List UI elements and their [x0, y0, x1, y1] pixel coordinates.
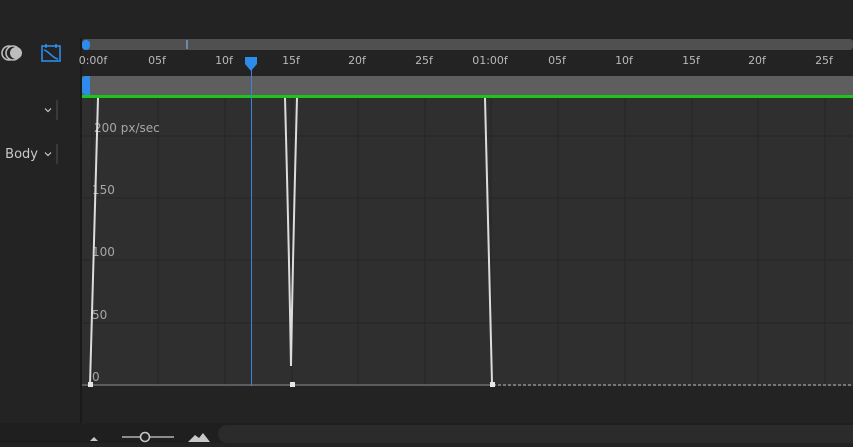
graph-type-dropdown[interactable] — [0, 100, 58, 120]
y-axis-label: 100 — [92, 245, 115, 259]
grid-vertical-lines — [91, 98, 826, 386]
ruler-tick-label: 01:00f — [472, 54, 508, 67]
time-navigator-bar[interactable] — [82, 39, 853, 50]
zoom-slider[interactable] — [120, 428, 176, 443]
top-strip — [0, 0, 853, 38]
layer-selector-value: Body — [5, 146, 38, 162]
keyframe[interactable] — [88, 382, 93, 387]
ruler-tick-label: 15f — [682, 54, 700, 67]
horizontal-scrollbar[interactable] — [218, 425, 853, 443]
graph-editor-icon[interactable] — [39, 41, 63, 65]
playhead-handle[interactable] — [244, 56, 258, 72]
chevron-down-icon — [44, 152, 52, 157]
grid-horizontal-lines — [82, 135, 853, 324]
ruler-tick-label: 10f — [615, 54, 633, 67]
y-unit-label: 200 px/sec — [94, 121, 160, 135]
layer-selector-dropdown[interactable]: Body — [0, 144, 58, 164]
ruler-tick-label: 05f — [548, 54, 566, 67]
time-ruler[interactable]: 0:00f 05f 10f 15f 20f 25f 01:00f 05f 10f… — [78, 50, 853, 74]
time-navigator-start-handle[interactable] — [82, 40, 90, 50]
zoom-in-icon[interactable] — [187, 428, 211, 447]
ruler-tick-label: 25f — [815, 54, 833, 67]
chevron-down-icon — [44, 108, 52, 113]
zoom-out-icon[interactable] — [87, 428, 101, 447]
y-axis-label: 0 — [92, 370, 100, 384]
ruler-tick-label: 0:00f — [78, 54, 108, 67]
ruler-tick-label: 10f — [215, 54, 233, 67]
ruler-tick-label: 05f — [148, 54, 166, 67]
time-navigator-marker — [186, 40, 188, 49]
keyframe[interactable] — [290, 382, 295, 387]
ruler-tick-label: 15f — [282, 54, 300, 67]
speed-graph[interactable]: 200 px/sec 150 100 50 0 — [82, 98, 853, 388]
left-panel — [0, 38, 80, 443]
y-axis-label: 50 — [92, 308, 107, 322]
keyframe[interactable] — [490, 382, 495, 387]
work-area-start-handle[interactable] — [82, 76, 90, 95]
playhead-line — [251, 60, 252, 386]
work-area-bar[interactable] — [82, 76, 853, 95]
ruler-tick-label: 25f — [415, 54, 433, 67]
motion-blur-icon[interactable] — [0, 41, 24, 65]
ruler-tick-label: 20f — [348, 54, 366, 67]
ruler-tick-label: 20f — [748, 54, 766, 67]
